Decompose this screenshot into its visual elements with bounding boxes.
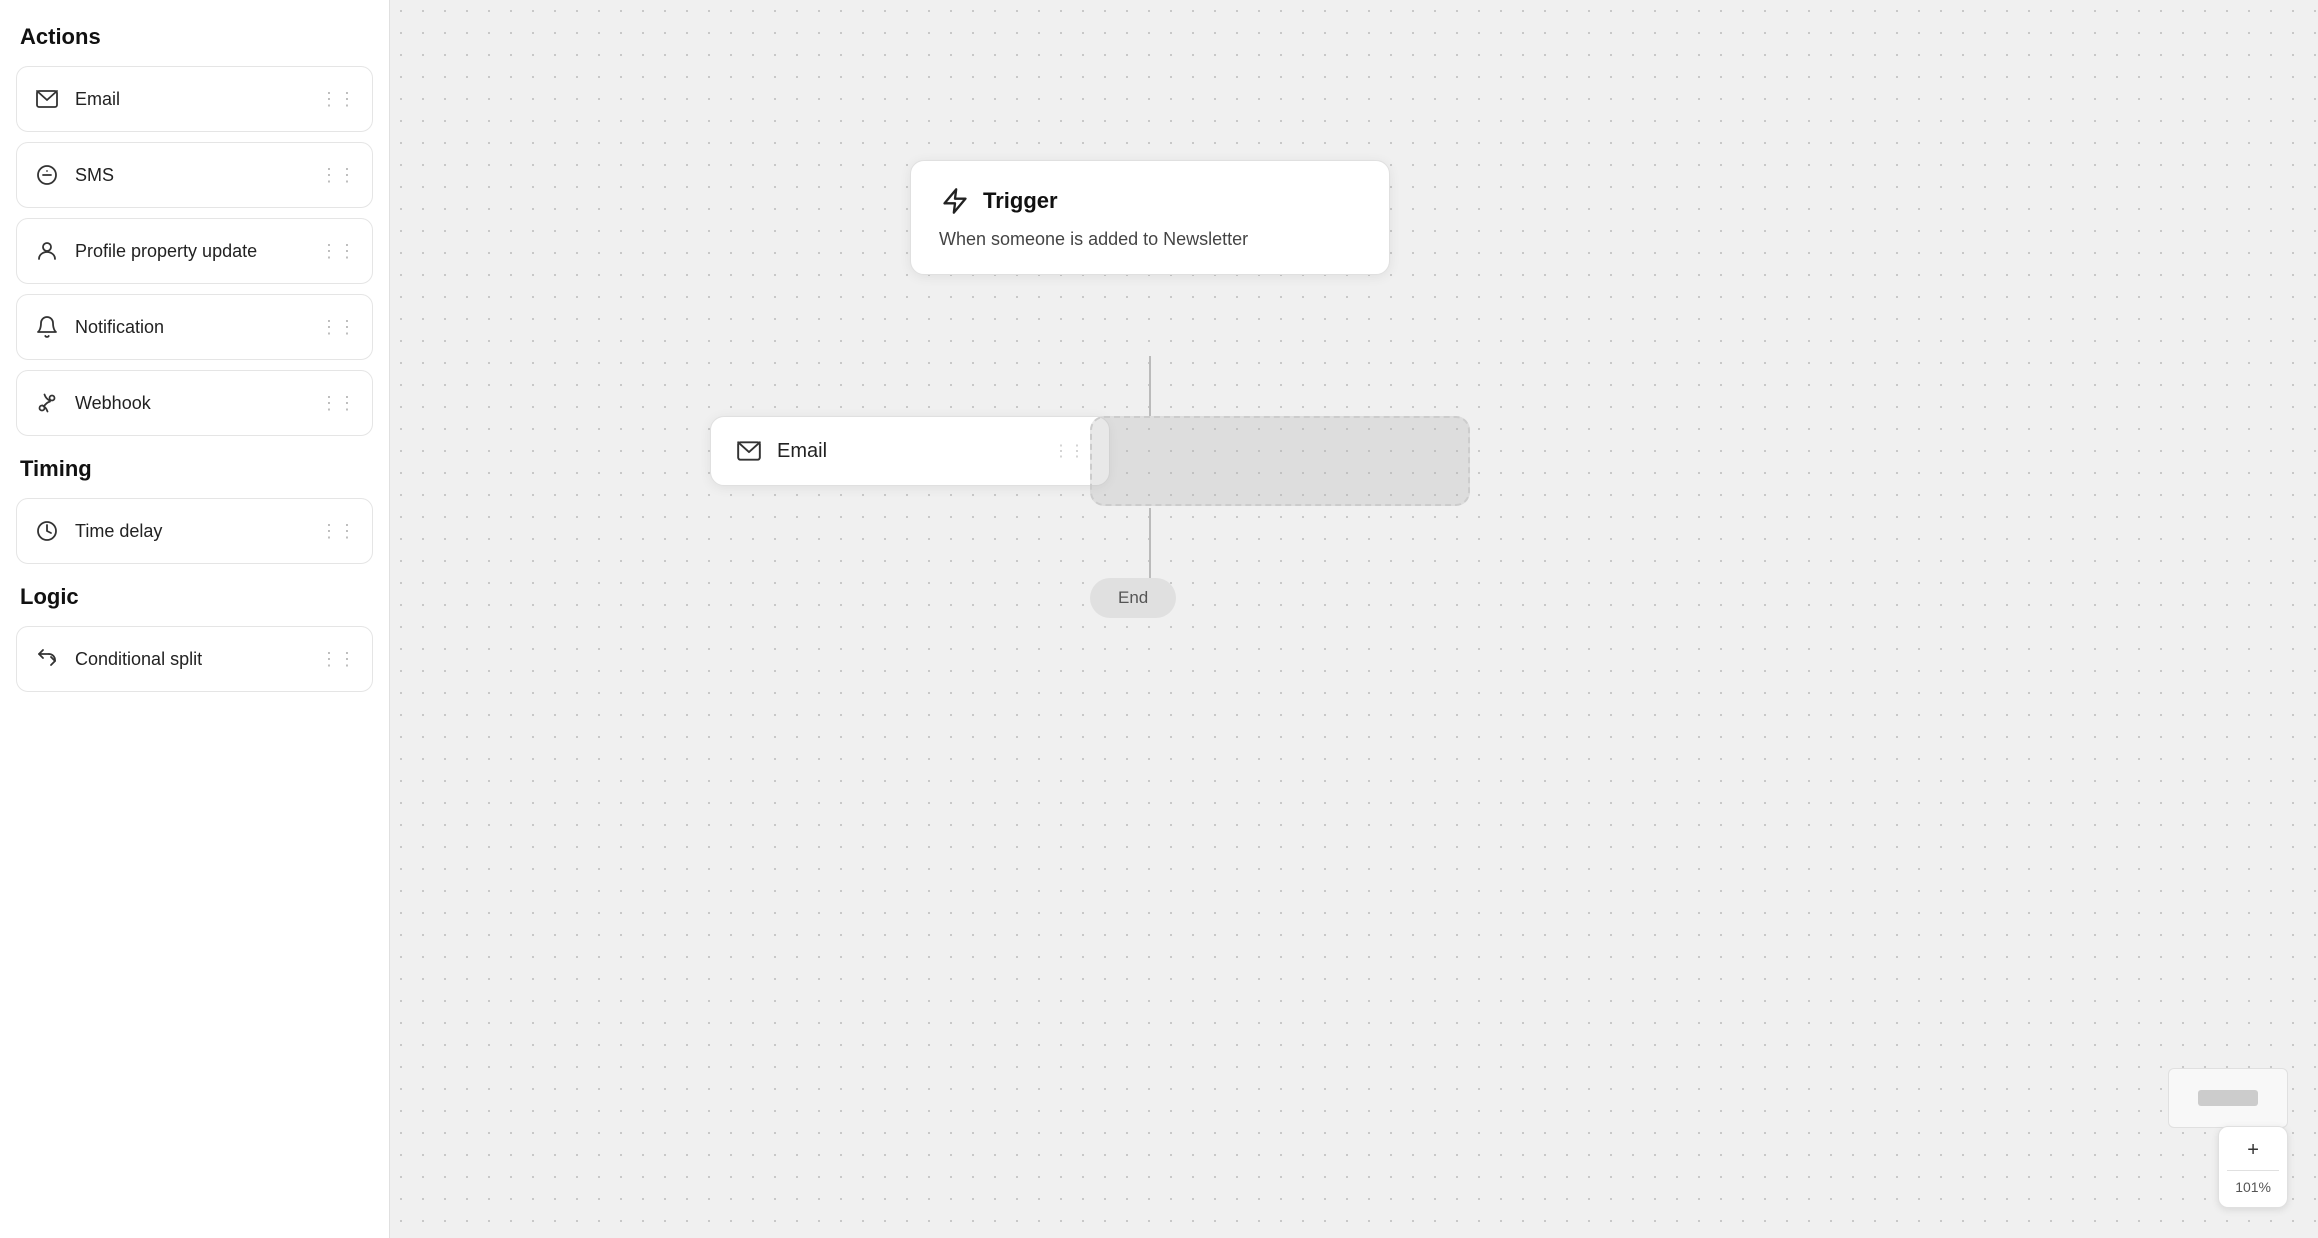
- zoom-controls: + 101%: [2218, 1126, 2288, 1208]
- email-canvas-icon: [735, 437, 763, 465]
- zoom-in-button[interactable]: +: [2239, 1135, 2267, 1166]
- webhook-icon: [33, 389, 61, 417]
- email-canvas-node[interactable]: Email ⋮⋮: [710, 416, 1110, 486]
- sidebar-item-notification[interactable]: Notification ⋮⋮: [16, 294, 373, 360]
- lightning-icon: [939, 185, 971, 217]
- trigger-title: Trigger: [983, 188, 1058, 214]
- trigger-subtitle: When someone is added to Newsletter: [939, 229, 1361, 250]
- time-delay-label: Time delay: [75, 521, 162, 542]
- connector-line-1: [1149, 356, 1151, 416]
- email-canvas-label: Email: [777, 440, 827, 463]
- section-title-timing: Timing: [16, 456, 373, 482]
- section-title-logic: Logic: [16, 584, 373, 610]
- trigger-node[interactable]: Trigger When someone is added to Newslet…: [910, 160, 1390, 275]
- sidebar: Actions Email ⋮⋮: [0, 0, 390, 1238]
- section-title-actions: Actions: [16, 24, 373, 50]
- conditional-split-label: Conditional split: [75, 649, 202, 670]
- ghost-node: [1090, 416, 1470, 506]
- drag-handle-sms[interactable]: ⋮⋮: [320, 165, 356, 186]
- sidebar-item-webhook[interactable]: Webhook ⋮⋮: [16, 370, 373, 436]
- webhook-label: Webhook: [75, 393, 151, 414]
- end-node: End: [1090, 578, 1176, 618]
- email-icon: [33, 85, 61, 113]
- drag-handle-conditional-split[interactable]: ⋮⋮: [320, 649, 356, 670]
- drag-handle-profile[interactable]: ⋮⋮: [320, 241, 356, 262]
- sidebar-item-sms[interactable]: SMS ⋮⋮: [16, 142, 373, 208]
- sidebar-item-time-delay[interactable]: Time delay ⋮⋮: [16, 498, 373, 564]
- zoom-divider: [2227, 1170, 2279, 1171]
- sidebar-item-conditional-split[interactable]: Conditional split ⋮⋮: [16, 626, 373, 692]
- zoom-level: 101%: [2227, 1175, 2279, 1199]
- sidebar-item-profile-property-update[interactable]: Profile property update ⋮⋮: [16, 218, 373, 284]
- conditional-split-icon: [33, 645, 61, 673]
- profile-icon: [33, 237, 61, 265]
- section-actions: Actions Email ⋮⋮: [16, 24, 373, 436]
- notification-icon: [33, 313, 61, 341]
- notification-label: Notification: [75, 317, 164, 338]
- sidebar-item-email[interactable]: Email ⋮⋮: [16, 66, 373, 132]
- drag-handle-webhook[interactable]: ⋮⋮: [320, 393, 356, 414]
- sms-label: SMS: [75, 165, 114, 186]
- section-logic: Logic Conditional split ⋮⋮: [16, 584, 373, 692]
- profile-property-update-label: Profile property update: [75, 241, 257, 262]
- minimap: [2168, 1068, 2288, 1128]
- drag-handle-email-canvas[interactable]: ⋮⋮: [1053, 441, 1085, 461]
- section-timing: Timing Time delay ⋮⋮: [16, 456, 373, 564]
- connector-line-2: [1149, 508, 1151, 578]
- minimap-view: [2198, 1090, 2258, 1106]
- workflow-canvas[interactable]: Trigger When someone is added to Newslet…: [390, 0, 2318, 1238]
- drag-handle-time-delay[interactable]: ⋮⋮: [320, 521, 356, 542]
- sms-icon: [33, 161, 61, 189]
- time-delay-icon: [33, 517, 61, 545]
- drag-handle-email[interactable]: ⋮⋮: [320, 89, 356, 110]
- email-label: Email: [75, 89, 120, 110]
- drag-handle-notification[interactable]: ⋮⋮: [320, 317, 356, 338]
